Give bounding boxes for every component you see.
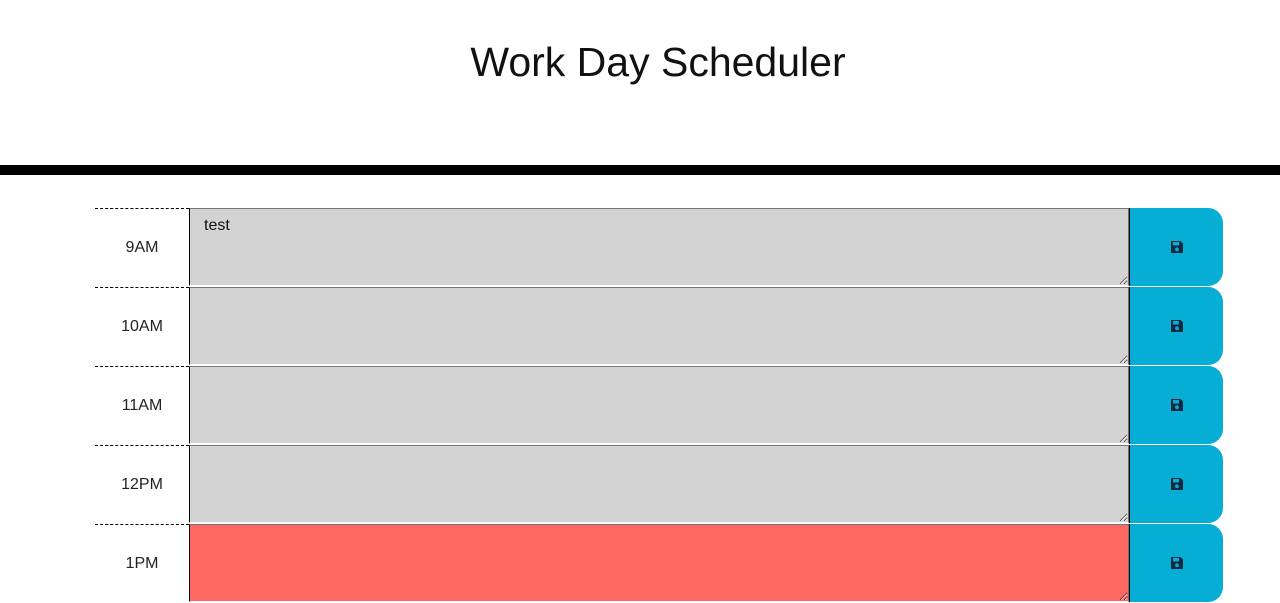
schedule-container: 9AM test 10AM 11AM 12PM 1PM (95, 208, 1223, 603)
time-block-1pm: 1PM (95, 524, 1223, 603)
hour-label: 1PM (95, 524, 189, 603)
time-block-12pm: 12PM (95, 445, 1223, 524)
event-description-field[interactable] (189, 524, 1129, 602)
header-divider (0, 165, 1280, 175)
floppy-disk-icon (1170, 320, 1183, 332)
floppy-disk-icon (1170, 557, 1183, 569)
save-button[interactable] (1129, 445, 1223, 523)
page-title: Work Day Scheduler (470, 39, 846, 85)
floppy-disk-icon (1170, 478, 1183, 490)
event-description-field[interactable] (189, 445, 1129, 523)
save-button[interactable] (1129, 524, 1223, 602)
save-button[interactable] (1129, 366, 1223, 444)
hour-label: 9AM (95, 208, 189, 287)
floppy-disk-icon (1170, 241, 1183, 253)
save-button[interactable] (1129, 287, 1223, 365)
time-block-10am: 10AM (95, 287, 1223, 366)
hour-label: 10AM (95, 287, 189, 366)
save-button[interactable] (1129, 208, 1223, 286)
event-description-field[interactable] (189, 287, 1129, 365)
floppy-disk-icon (1170, 399, 1183, 411)
event-description-field[interactable]: test (189, 208, 1129, 286)
hour-label: 11AM (95, 366, 189, 445)
hour-label: 12PM (95, 445, 189, 524)
header: Work Day Scheduler (0, 0, 1280, 165)
time-block-9am: 9AM test (95, 208, 1223, 287)
event-description-field[interactable] (189, 366, 1129, 444)
time-block-11am: 11AM (95, 366, 1223, 445)
